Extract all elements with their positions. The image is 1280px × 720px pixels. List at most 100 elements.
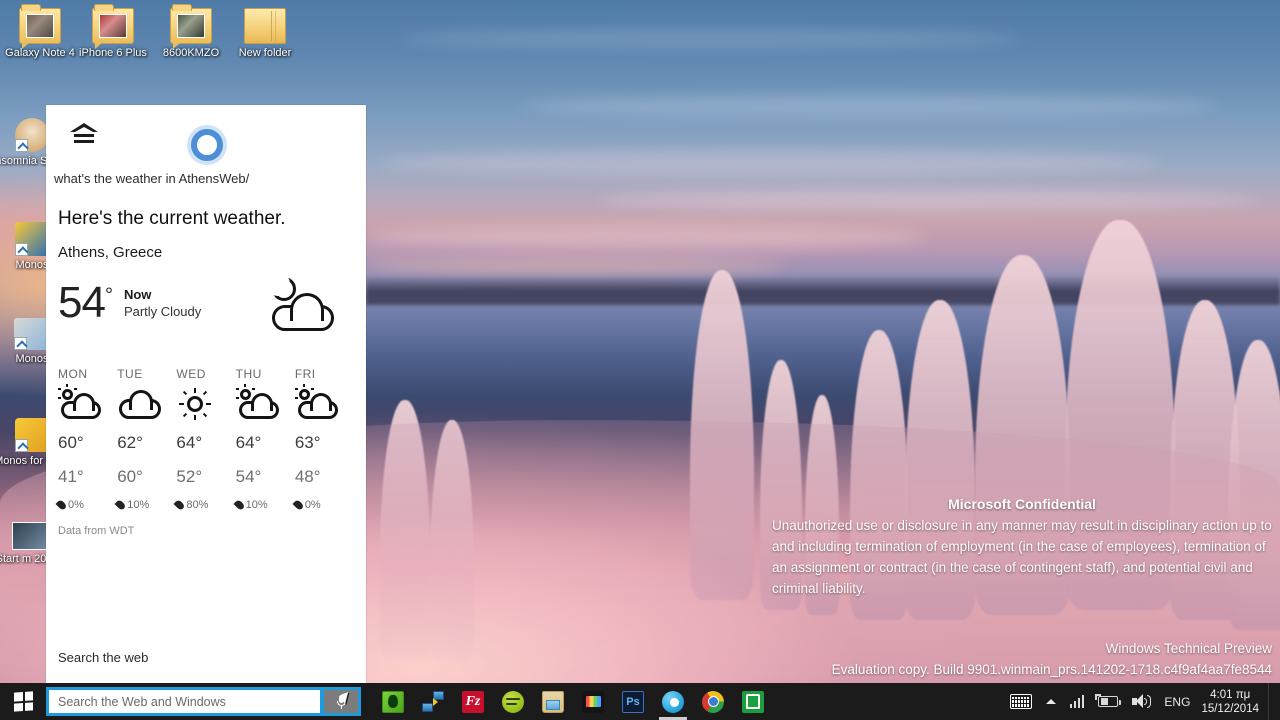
desktop-icon-label: 8600KMZO <box>162 47 220 59</box>
folder-icon <box>92 4 134 49</box>
show-hidden-icons-button[interactable] <box>1039 683 1063 720</box>
forecast-precip-value: 0% <box>68 499 84 511</box>
cortana-query-text: what's the weather in AthensWeb/ <box>54 171 250 186</box>
water-drop-icon <box>173 498 186 512</box>
forecast-precip: 0% <box>292 498 354 512</box>
desktop[interactable]: Galaxy Note 4 iPhone 6 Plus 8600KMZO New… <box>0 0 1280 720</box>
microphone-button[interactable] <box>324 690 358 713</box>
battery-button[interactable] <box>1091 683 1125 720</box>
water-drop-icon <box>292 498 305 512</box>
computer-icon <box>14 318 50 350</box>
start-button[interactable] <box>0 683 46 720</box>
forecast-high: 64° <box>176 433 203 452</box>
taskbar-item-evernote[interactable] <box>373 683 413 720</box>
cloud-icon <box>117 387 165 421</box>
speaker-icon <box>1132 694 1152 709</box>
chevron-up-icon <box>1045 699 1056 704</box>
forecast-precip: 10% <box>233 498 295 512</box>
forecast-day-wed: WED 64° 52° 80% <box>173 367 235 512</box>
taskbar-item-photoshop[interactable]: Ps <box>613 683 653 720</box>
forecast-low: 60° <box>117 467 143 486</box>
water-drop-icon <box>55 498 68 512</box>
weather-location: Athens, Greece <box>58 244 163 261</box>
cloud-streak <box>600 190 1260 210</box>
water-drop-icon <box>233 498 246 512</box>
taskbar-item-chrome[interactable] <box>693 683 733 720</box>
weather-answer-title: Here's the current weather. <box>58 208 286 229</box>
cortana-header <box>46 105 366 167</box>
taskbar-item-spotify[interactable] <box>493 683 533 720</box>
taskbar-item-camtasia[interactable] <box>573 683 613 720</box>
clock-date: 15/12/2014 <box>1201 702 1259 715</box>
taskbar-item-skype[interactable] <box>653 683 693 720</box>
degree-symbol: ° <box>104 284 113 307</box>
forecast-low: 52° <box>176 467 203 486</box>
current-conditions: 54° Now Partly Cloudy <box>58 272 354 351</box>
filezilla-icon: Fz <box>462 690 484 713</box>
folder-icon <box>19 4 61 49</box>
search-placeholder: Search the Web and Windows <box>58 694 226 709</box>
forecast-high: 60° <box>58 433 84 452</box>
forecast-high: 63° <box>294 433 321 452</box>
search-the-web-link[interactable]: Search the web <box>46 650 366 665</box>
folder-icon <box>170 4 212 49</box>
forecast-day-mon: MON 60° 41° 0% <box>55 367 117 512</box>
app-icon <box>15 418 49 452</box>
file-explorer-icon <box>542 690 564 713</box>
photoshop-icon: Ps <box>622 690 644 713</box>
language-indicator[interactable]: ENG <box>1157 695 1197 709</box>
confidential-watermark: Microsoft Confidential Unauthorized use … <box>772 494 1272 599</box>
volume-button[interactable] <box>1125 683 1157 720</box>
touch-keyboard-button[interactable] <box>1003 683 1039 720</box>
forecast-row: MON 60° 41° 0% TUE 62° 60° 10% WED 64° 5… <box>55 367 354 512</box>
forecast-precip-value: 10% <box>245 499 268 511</box>
current-meta: Now Partly Cloudy <box>124 281 201 319</box>
spotify-icon <box>502 690 524 713</box>
chrome-icon <box>702 690 724 713</box>
taskbar-item-filezilla[interactable]: Fz <box>453 683 493 720</box>
show-desktop-button[interactable] <box>1268 683 1276 720</box>
cloud-streak <box>366 225 926 249</box>
forecast-day-label: THU <box>235 367 262 381</box>
store-icon <box>742 690 764 713</box>
preview-title: Windows Technical Preview <box>1105 641 1272 656</box>
video-editor-icon <box>582 690 604 713</box>
cortana-ring-icon[interactable] <box>191 129 223 161</box>
weather-data-source: Data from WDT <box>58 525 135 537</box>
moon-cloud-icon <box>264 272 350 337</box>
desktop-icon-iphone-6-plus[interactable]: iPhone 6 Plus <box>73 4 153 59</box>
desktop-icon-label: Monos <box>15 353 49 365</box>
network-button[interactable] <box>1063 683 1092 720</box>
taskbar-search-box[interactable]: Search the Web and Windows <box>46 687 361 716</box>
taskbar-item-file-explorer[interactable] <box>533 683 573 720</box>
confidential-watermark-body: Unauthorized use or disclosure in any ma… <box>772 518 1272 596</box>
home-icon[interactable] <box>70 123 98 145</box>
current-temp-value: 54 <box>58 278 106 327</box>
forecast-day-label: TUE <box>117 367 143 381</box>
taskbar-pinned-icons: Fz Ps <box>373 683 773 720</box>
clock[interactable]: 4:01 πμ 15/12/2014 <box>1197 688 1268 716</box>
touch-keyboard-icon <box>1009 694 1032 709</box>
forecast-precip: 0% <box>55 498 117 512</box>
forecast-day-fri: FRI 63° 48° 0% <box>292 367 354 512</box>
cortana-panel[interactable]: what's the weather in AthensWeb/ Here's … <box>46 105 366 683</box>
cloud-streak <box>380 150 1160 176</box>
forecast-day-thu: THU 64° 54° 10% <box>233 367 295 512</box>
sun-cloud-icon <box>235 384 284 421</box>
build-string: Evaluation copy. Build 9901.winmain_prs.… <box>831 662 1272 677</box>
evernote-icon <box>382 690 404 713</box>
taskbar-item-remote-desktop[interactable] <box>413 683 453 720</box>
taskbar[interactable]: Search the Web and Windows Fz Ps ENG 4:0… <box>0 683 1280 720</box>
desktop-icon-8600kmzo[interactable]: 8600KMZO <box>151 4 231 59</box>
cloud-streak <box>400 30 1020 48</box>
desktop-icon-galaxy-note-4[interactable]: Galaxy Note 4 <box>0 4 80 59</box>
cortana-result-body: Here's the current weather. Athens, Gree… <box>46 186 366 650</box>
system-tray: ENG 4:01 πμ 15/12/2014 <box>1003 683 1280 720</box>
taskbar-item-store[interactable] <box>733 683 773 720</box>
windows-logo-icon <box>13 691 33 712</box>
desktop-icon-new-folder[interactable]: New folder <box>225 8 305 59</box>
forecast-high: 64° <box>235 433 262 452</box>
sun-cloud-icon <box>58 384 106 421</box>
search-input[interactable]: Search the Web and Windows <box>49 690 320 713</box>
clock-time: 4:01 πμ <box>1210 688 1251 701</box>
